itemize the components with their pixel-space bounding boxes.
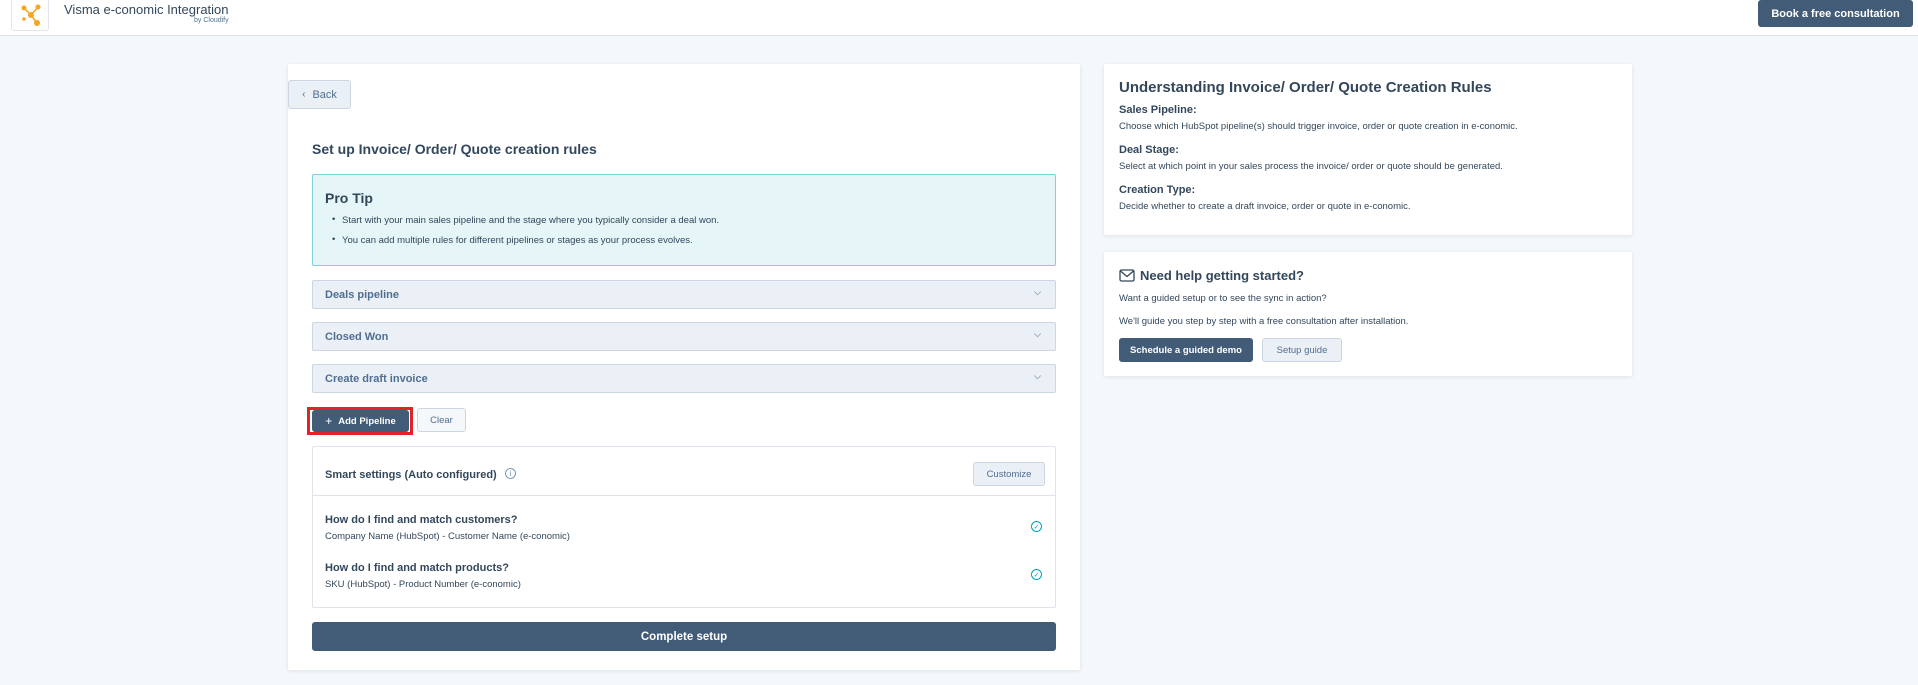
chevron-left-icon: ‹	[302, 89, 306, 100]
help-title-text: Need help getting started?	[1140, 268, 1304, 283]
check-circle-icon: ✓	[1031, 521, 1042, 532]
help-text: Want a guided setup or to see the sync i…	[1119, 293, 1327, 304]
complete-setup-button[interactable]: Complete setup	[312, 622, 1056, 651]
schedule-demo-button[interactable]: Schedule a guided demo	[1119, 338, 1253, 362]
info-icon[interactable]: i	[505, 468, 516, 479]
match-question: How do I find and match products?	[325, 562, 509, 574]
cloudify-logo-icon	[11, 0, 49, 31]
match-question: How do I find and match customers?	[325, 514, 518, 526]
pro-tip-box: Pro Tip Start with your main sales pipel…	[312, 174, 1056, 266]
info-text: Decide whether to create a draft invoice…	[1119, 201, 1411, 212]
app-title: Visma e-conomic Integration	[64, 2, 229, 17]
app-subtitle: by Cloudify	[194, 17, 229, 24]
info-text: Select at which point in your sales proc…	[1119, 161, 1503, 172]
page-title: Set up Invoice/ Order/ Quote creation ru…	[312, 141, 597, 157]
deal-stage-select[interactable]: Closed Won ⌵	[312, 322, 1056, 351]
info-title: Understanding Invoice/ Order/ Quote Crea…	[1119, 79, 1492, 96]
plus-icon: +	[325, 414, 333, 428]
info-label: Deal Stage:	[1119, 144, 1179, 156]
smart-settings-panel: Smart settings (Auto configured) i Custo…	[312, 446, 1056, 608]
customize-button[interactable]: Customize	[973, 462, 1045, 486]
chevron-down-icon: ⌵	[1034, 287, 1041, 297]
info-text: Choose which HubSpot pipeline(s) should …	[1119, 121, 1518, 132]
chevron-down-icon: ⌵	[1034, 329, 1041, 339]
deal-stage-select-value: Closed Won	[325, 330, 389, 343]
back-button[interactable]: ‹ Back	[288, 80, 351, 109]
creation-type-select[interactable]: Create draft invoice ⌵	[312, 364, 1056, 393]
add-pipeline-button[interactable]: + Add Pipeline	[312, 410, 409, 432]
top-bar: Visma e-conomic Integration by Cloudify …	[0, 0, 1918, 36]
pro-tip-item: You can add multiple rules for different…	[332, 234, 719, 246]
creation-type-select-value: Create draft invoice	[325, 372, 428, 385]
pro-tip-title: Pro Tip	[325, 190, 373, 206]
smart-settings-header: Smart settings (Auto configured) i Custo…	[313, 447, 1055, 496]
chevron-down-icon: ⌵	[1034, 371, 1041, 381]
pro-tip-list: Start with your main sales pipeline and …	[332, 214, 719, 255]
back-label: Back	[312, 88, 337, 101]
help-text: We'll guide you step by step with a free…	[1119, 316, 1409, 327]
match-answer: Company Name (HubSpot) - Customer Name (…	[325, 531, 570, 542]
check-circle-icon: ✓	[1031, 569, 1042, 580]
info-label: Creation Type:	[1119, 184, 1196, 196]
pipeline-select[interactable]: Deals pipeline ⌵	[312, 280, 1056, 309]
envelope-icon	[1119, 269, 1135, 282]
info-label: Sales Pipeline:	[1119, 104, 1197, 116]
add-pipeline-label: Add Pipeline	[338, 415, 396, 427]
clear-button[interactable]: Clear	[417, 408, 466, 432]
match-answer: SKU (HubSpot) - Product Number (e-conomi…	[325, 579, 521, 590]
setup-guide-button[interactable]: Setup guide	[1262, 338, 1342, 362]
smart-settings-title: Smart settings (Auto configured)	[325, 469, 497, 481]
book-consultation-button[interactable]: Book a free consultation	[1758, 0, 1913, 27]
help-title: Need help getting started?	[1119, 268, 1304, 283]
pipeline-select-value: Deals pipeline	[325, 288, 399, 301]
pro-tip-item: Start with your main sales pipeline and …	[332, 214, 719, 226]
